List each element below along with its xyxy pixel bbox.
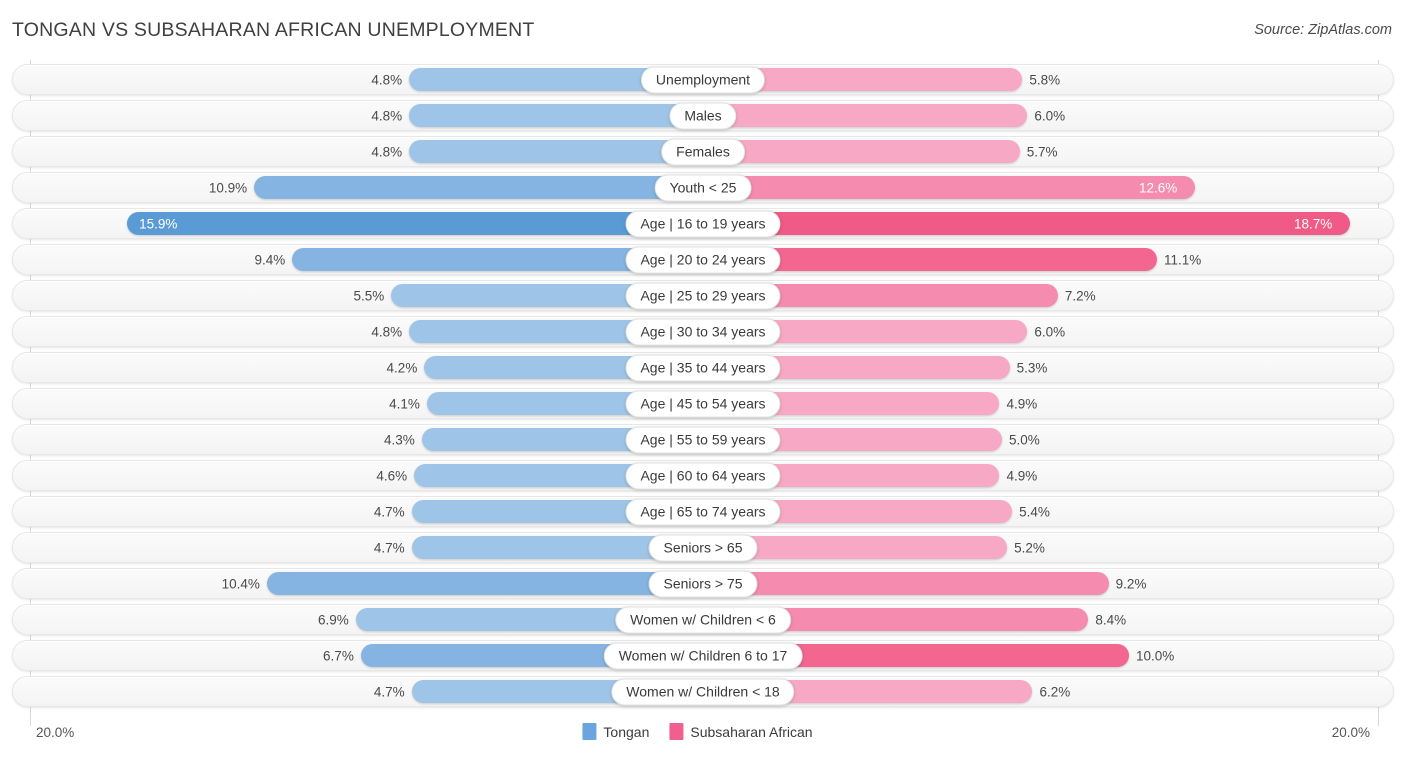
chart-row: 4.8% 5.8% Unemployment xyxy=(12,64,1394,95)
chart-row: 6.7% 10.0% Women w/ Children 6 to 17 xyxy=(12,640,1394,671)
value-label-subsaharan-african: 12.6% xyxy=(1139,180,1178,195)
axis-label-right: 20.0% xyxy=(1331,725,1370,740)
value-label-tongan: 4.8% xyxy=(371,324,403,339)
category-label: Women w/ Children < 6 xyxy=(615,605,791,634)
category-label: Age | 65 to 74 years xyxy=(625,497,781,526)
value-label-tongan: 4.3% xyxy=(384,432,415,447)
value-label-tongan: 4.2% xyxy=(386,360,418,375)
chart-row: 10.9% 12.6% Youth < 25 xyxy=(12,172,1394,203)
chart-row: 6.9% 8.4% Women w/ Children < 6 xyxy=(12,604,1394,635)
chart-legend: Tongan Subsaharan African xyxy=(582,723,823,740)
category-label: Age | 20 to 24 years xyxy=(625,245,781,274)
bar-tongan[interactable] xyxy=(254,176,703,199)
chart-row: 4.2% 5.3% Age | 35 to 44 years xyxy=(12,352,1394,383)
value-label-tongan: 6.9% xyxy=(317,612,349,627)
category-label: Age | 30 to 34 years xyxy=(625,317,781,346)
category-label: Females xyxy=(661,137,745,166)
value-label-tongan: 5.5% xyxy=(353,288,385,303)
value-label-tongan: 15.9% xyxy=(139,216,178,231)
bar-tongan[interactable] xyxy=(127,212,703,235)
bar-subsaharan-african[interactable] xyxy=(703,176,1196,199)
value-label-subsaharan-african: 6.0% xyxy=(1034,108,1066,123)
value-label-tongan: 9.4% xyxy=(254,252,286,267)
legend-label-subsaharan-african: Subsaharan African xyxy=(690,723,813,740)
value-label-subsaharan-african: 5.3% xyxy=(1016,360,1048,375)
value-label-tongan: 6.7% xyxy=(323,648,354,663)
value-label-subsaharan-african: 10.0% xyxy=(1136,648,1175,663)
value-label-subsaharan-african: 18.7% xyxy=(1293,216,1333,231)
value-label-subsaharan-african: 5.8% xyxy=(1029,72,1061,87)
value-label-subsaharan-african: 6.2% xyxy=(1039,684,1071,699)
value-label-subsaharan-african: 5.0% xyxy=(1009,432,1040,447)
category-label: Age | 35 to 44 years xyxy=(625,353,781,382)
chart-row: 4.7% 6.2% Women w/ Children < 18 xyxy=(12,676,1394,707)
value-label-subsaharan-african: 5.7% xyxy=(1026,144,1058,159)
category-label: Unemployment xyxy=(640,65,766,94)
category-label: Age | 60 to 64 years xyxy=(625,461,781,490)
category-label: Women w/ Children < 18 xyxy=(611,677,795,706)
value-label-tongan: 4.8% xyxy=(371,72,403,87)
category-label: Age | 45 to 54 years xyxy=(625,389,781,418)
chart-row: 4.7% 5.2% Seniors > 65 xyxy=(12,532,1394,563)
chart-plot-area: 4.8% 5.8% Unemployment 4.8% 6.0% Males 4.8% 5.7… xyxy=(0,60,1406,726)
bar-tongan[interactable] xyxy=(409,104,703,127)
value-label-subsaharan-african: 4.9% xyxy=(1006,468,1038,483)
chart-row: 4.8% 6.0% Males xyxy=(12,100,1394,131)
value-label-tongan: 4.7% xyxy=(373,684,405,699)
chart-row: 4.7% 5.4% Age | 65 to 74 years xyxy=(12,496,1394,527)
value-label-tongan: 4.8% xyxy=(371,144,403,159)
value-label-tongan: 4.6% xyxy=(376,468,408,483)
value-label-subsaharan-african: 11.1% xyxy=(1163,252,1202,267)
category-label: Age | 25 to 29 years xyxy=(625,281,781,310)
category-label: Age | 55 to 59 years xyxy=(625,425,781,454)
value-label-tongan: 10.4% xyxy=(221,576,260,591)
legend-label-tongan: Tongan xyxy=(603,723,650,740)
legend-swatch-subsaharan-african xyxy=(669,723,684,740)
value-label-subsaharan-african: 7.2% xyxy=(1064,288,1096,303)
bar-tongan[interactable] xyxy=(409,140,703,163)
category-label: Seniors > 65 xyxy=(648,533,758,562)
category-label: Youth < 25 xyxy=(654,173,752,202)
chart-row: 4.1% 4.9% Age | 45 to 54 years xyxy=(12,388,1394,419)
value-label-tongan: 10.9% xyxy=(208,180,248,195)
value-label-subsaharan-african: 8.4% xyxy=(1095,612,1127,627)
value-label-tongan: 4.8% xyxy=(371,108,403,123)
value-label-tongan: 4.7% xyxy=(373,540,405,555)
value-label-subsaharan-african: 5.4% xyxy=(1019,504,1050,519)
bar-subsaharan-african[interactable] xyxy=(703,104,1028,127)
value-label-subsaharan-african: 9.2% xyxy=(1115,576,1147,591)
legend-item-subsaharan-african[interactable]: Subsaharan African xyxy=(669,723,813,740)
chart-row: 9.4% 11.1% Age | 20 to 24 years xyxy=(12,244,1394,275)
chart-row: 10.4% 9.2% Seniors > 75 xyxy=(12,568,1394,599)
bar-subsaharan-african[interactable] xyxy=(703,212,1350,235)
legend-item-tongan[interactable]: Tongan xyxy=(582,723,649,740)
value-label-subsaharan-african: 6.0% xyxy=(1034,324,1066,339)
bar-tongan[interactable] xyxy=(266,572,703,595)
legend-swatch-tongan xyxy=(582,723,597,740)
chart-row: 4.8% 5.7% Females xyxy=(12,136,1394,167)
category-label: Males xyxy=(669,101,737,130)
chart-row: 15.9% 18.7% Age | 16 to 19 years xyxy=(12,208,1394,239)
chart-row: 4.3% 5.0% Age | 55 to 59 years xyxy=(12,424,1394,455)
source-attribution: Source: ZipAtlas.com xyxy=(1254,22,1392,38)
value-label-tongan: 4.7% xyxy=(373,504,405,519)
value-label-subsaharan-african: 4.9% xyxy=(1006,396,1038,411)
bar-subsaharan-african[interactable] xyxy=(703,140,1020,163)
category-label: Women w/ Children 6 to 17 xyxy=(603,641,803,670)
value-label-tongan: 4.1% xyxy=(389,396,420,411)
value-label-subsaharan-african: 5.2% xyxy=(1014,540,1045,555)
chart-row: 5.5% 7.2% Age | 25 to 29 years xyxy=(12,280,1394,311)
chart-row: 4.8% 6.0% Age | 30 to 34 years xyxy=(12,316,1394,347)
category-label: Seniors > 75 xyxy=(648,569,758,598)
axis-label-left: 20.0% xyxy=(36,725,75,740)
chart-row: 4.6% 4.9% Age | 60 to 64 years xyxy=(12,460,1394,491)
category-label: Age | 16 to 19 years xyxy=(625,209,781,238)
bar-subsaharan-african[interactable] xyxy=(703,572,1109,595)
page-title: TONGAN VS SUBSAHARAN AFRICAN UNEMPLOYMEN… xyxy=(12,19,535,41)
